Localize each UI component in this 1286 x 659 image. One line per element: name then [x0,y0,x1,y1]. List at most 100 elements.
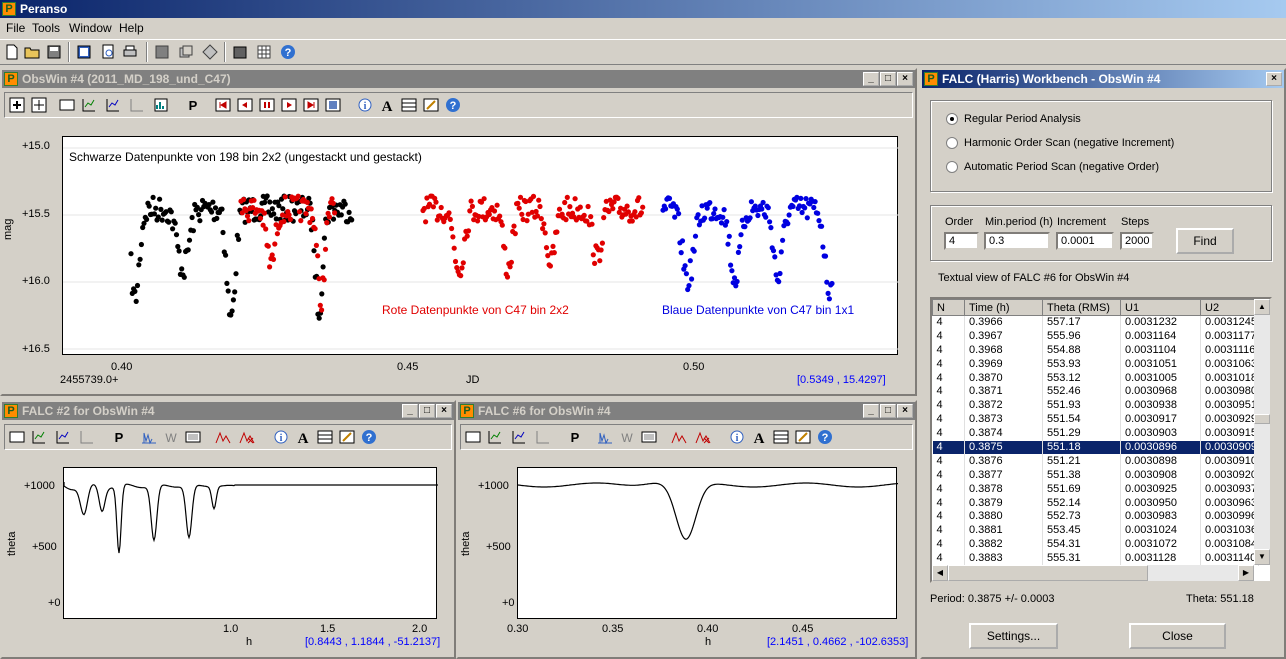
periodogram-icon[interactable] [595,427,615,447]
pause-icon[interactable] [257,95,277,115]
table-icon[interactable] [399,95,419,115]
table-row[interactable]: 4 0.3877 551.38 0.0030908 0.0030920 [932,468,1259,483]
chart-icon[interactable] [151,95,171,115]
axis-zoom-icon[interactable] [103,95,123,115]
first-record-icon[interactable] [213,95,233,115]
menu-window[interactable]: Window [69,21,112,35]
text-annotation-icon[interactable]: A [293,427,313,447]
minimize-button[interactable]: _ [402,404,418,418]
close-button[interactable]: × [1266,72,1282,86]
axis-icon[interactable] [79,95,99,115]
scroll-up-icon[interactable]: ▲ [1254,299,1270,315]
peak-find-icon[interactable] [669,427,689,447]
folder-dark-icon[interactable] [230,42,250,62]
book-icon[interactable] [74,42,94,62]
col-header-theta[interactable]: Theta (RMS) [1042,299,1121,316]
minimize-button[interactable]: _ [863,72,879,86]
save-icon[interactable] [44,42,64,62]
table-row[interactable]: 4 0.3871 552.46 0.0030968 0.0030980 [932,384,1259,399]
table-row[interactable]: 4 0.3875 551.18 0.0030896 0.0030909 [932,440,1259,455]
edit-icon[interactable] [793,427,813,447]
table-row[interactable]: 4 0.3883 555.31 0.0031128 0.0031140 [932,551,1259,566]
text-annotation-icon[interactable]: A [377,95,397,115]
text-annotation-icon[interactable]: A [749,427,769,447]
periodogram-icon[interactable] [139,427,159,447]
horizontal-scrollbar[interactable]: ◀ ▶ [932,565,1254,581]
table-icon[interactable] [771,427,791,447]
wave-icon[interactable]: W [161,427,181,447]
cascade-icon[interactable] [152,42,172,62]
table-row[interactable]: 4 0.3876 551.21 0.0030898 0.0030910 [932,454,1259,469]
window-icon[interactable] [183,427,203,447]
radio-button[interactable] [946,161,958,173]
grid-icon[interactable] [254,42,274,62]
plot-view-icon[interactable] [463,427,483,447]
table-row[interactable]: 4 0.3880 552.73 0.0030983 0.0030996 [932,509,1259,524]
minimize-button[interactable]: _ [863,404,879,418]
peak-find-icon[interactable] [213,427,233,447]
increment-field[interactable]: 0.0001 [1056,232,1114,250]
info-icon[interactable]: i [727,427,747,447]
menu-file[interactable]: File [6,21,25,35]
open-folder-icon[interactable] [22,42,42,62]
order-field[interactable]: 4 [944,232,979,250]
window-icon[interactable] [639,427,659,447]
close-button[interactable]: × [436,404,452,418]
print-icon[interactable] [120,42,140,62]
table-row[interactable]: 4 0.3967 555.96 0.0031164 0.0031177 [932,329,1259,344]
peak-remove-icon[interactable] [693,427,713,447]
period-p-icon[interactable]: P [565,427,585,447]
table-row[interactable]: 4 0.3882 554.31 0.0031072 0.0031084 [932,537,1259,552]
table-icon[interactable] [315,427,335,447]
table-row[interactable]: 4 0.3881 553.45 0.0031024 0.0031036 [932,523,1259,538]
radio-automatic-period[interactable]: Automatic Period Scan (negative Order) [946,161,1159,173]
falc2-plot[interactable] [63,467,438,619]
edit-icon[interactable] [337,427,357,447]
scroll-right-icon[interactable]: ▶ [1238,565,1254,581]
grid-add-icon[interactable] [29,95,49,115]
add-icon[interactable] [7,95,27,115]
table-row[interactable]: 4 0.3966 557.17 0.0031232 0.0031245 [932,315,1259,330]
axis-zoom-icon[interactable] [53,427,73,447]
menu-tools[interactable]: Tools [32,21,60,35]
falc-results-table[interactable]: N Time (h) Theta (RMS) U1 U2 4 0.3966 557.… [930,297,1272,583]
scroll-down-icon[interactable]: ▼ [1254,549,1270,565]
info-icon[interactable]: i [271,427,291,447]
col-header-n[interactable]: N [932,299,965,316]
axis-icon[interactable] [485,427,505,447]
help-icon[interactable]: ? [359,427,379,447]
table-row[interactable]: 4 0.3873 551.54 0.0030917 0.0030929 [932,412,1259,427]
edit-icon[interactable] [421,95,441,115]
table-row[interactable]: 4 0.3870 553.12 0.0031005 0.0031018 [932,371,1259,385]
table-row[interactable]: 4 0.3969 553.93 0.0031051 0.0031063 [932,357,1259,372]
radio-button[interactable] [946,137,958,149]
period-p-icon[interactable]: P [109,427,129,447]
arrange-icon[interactable] [200,42,220,62]
tile-icon[interactable] [176,42,196,62]
radio-button[interactable] [946,113,958,125]
preview-icon[interactable] [98,42,118,62]
table-row[interactable]: 4 0.3879 552.14 0.0030950 0.0030963 [932,496,1259,510]
prev-record-icon[interactable] [235,95,255,115]
wave-icon[interactable]: W [617,427,637,447]
help-icon[interactable]: ? [278,42,298,62]
record-list-icon[interactable] [323,95,343,115]
peak-remove-icon[interactable] [237,427,257,447]
help-icon[interactable]: ? [443,95,463,115]
plot-view-icon[interactable] [57,95,77,115]
table-row[interactable]: 4 0.3872 551.93 0.0030938 0.0030951 [932,398,1259,413]
period-p-icon[interactable]: P [183,95,203,115]
steps-field[interactable]: 2000 [1120,232,1154,250]
maximize-button[interactable]: □ [880,404,896,418]
radio-regular-period[interactable]: Regular Period Analysis [946,113,1081,125]
help-icon[interactable]: ? [815,427,835,447]
col-header-u2[interactable]: U2 [1200,299,1259,316]
info-icon[interactable]: i [355,95,375,115]
close-button[interactable]: × [897,72,913,86]
scroll-thumb[interactable] [948,565,1148,581]
scroll-thumb[interactable] [1254,414,1270,424]
new-file-icon[interactable] [2,42,22,62]
obswin-plot[interactable]: Schwarze Datenpunkte von 198 bin 2x2 (un… [62,136,899,355]
radio-harmonic-order[interactable]: Harmonic Order Scan (negative Increment) [946,137,1174,149]
vertical-scrollbar[interactable]: ▲ ▼ [1254,299,1270,565]
